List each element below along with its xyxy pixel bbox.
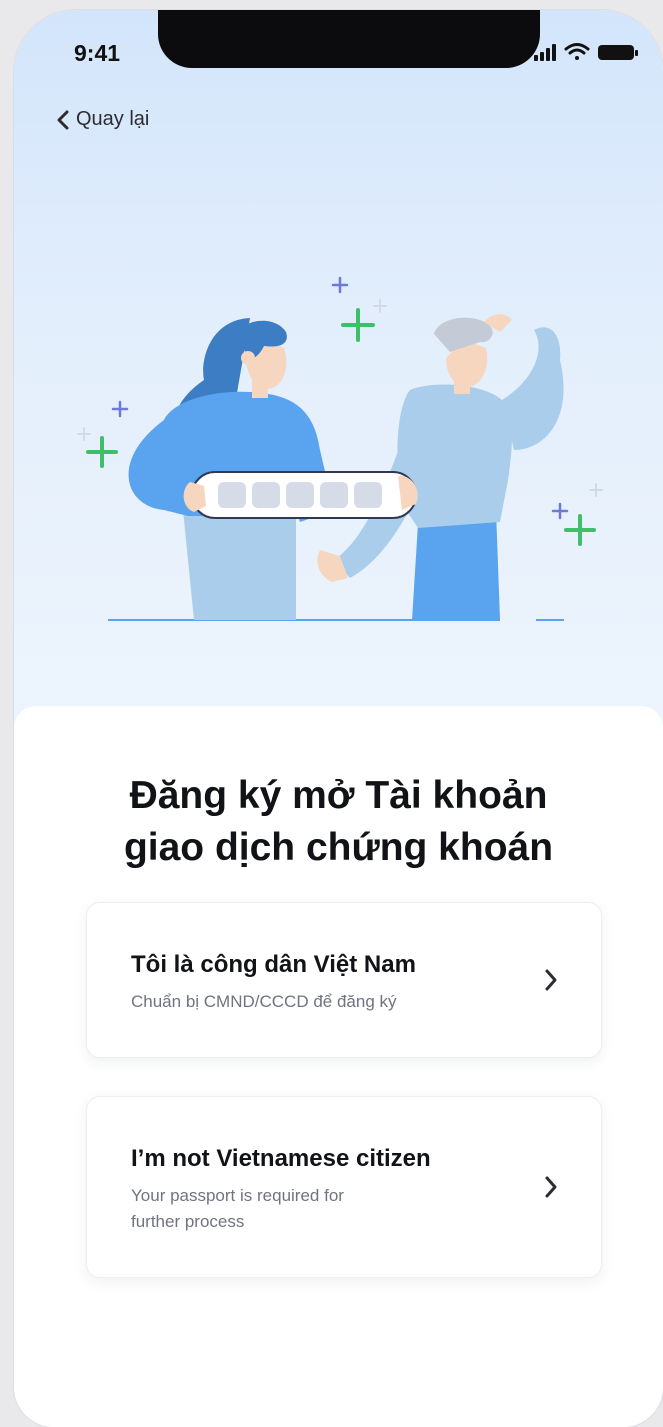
option-card-foreign-citizen[interactable]: I’m not Vietnamese citizen Your passport… bbox=[86, 1096, 602, 1278]
page-title-line-2: giao dịch chứng khoán bbox=[123, 826, 554, 869]
man-figure bbox=[317, 314, 564, 620]
woman-figure bbox=[128, 318, 334, 620]
chevron-left-icon bbox=[57, 110, 69, 129]
page-title: Đăng ký mở Tài khoản giao dịch chứng kho… bbox=[14, 770, 663, 874]
option-card-vietnamese-citizen[interactable]: Tôi là công dân Việt Nam Chuẩn bị CMND/C… bbox=[86, 902, 602, 1058]
chevron-right-icon bbox=[545, 969, 557, 991]
password-field-illustration bbox=[183, 471, 418, 519]
back-label: Quay lại bbox=[76, 108, 150, 130]
signal-icon bbox=[534, 44, 556, 61]
phone-screen: 9:41 Quay lại Đăng ký mở Tài khoản giao … bbox=[14, 10, 663, 1427]
device-notch bbox=[158, 10, 540, 68]
chevron-right-icon bbox=[545, 1176, 557, 1198]
back-button[interactable]: Quay lại bbox=[56, 108, 149, 131]
status-time: 9:41 bbox=[74, 40, 121, 66]
option-subtitle: Your passport is required for further pr… bbox=[131, 1183, 471, 1235]
wifi-icon bbox=[564, 43, 590, 60]
option-title: Tôi là công dân Việt Nam bbox=[131, 951, 416, 978]
option-subtitle-line-2: further process bbox=[131, 1212, 245, 1231]
onboarding-illustration bbox=[77, 276, 603, 621]
option-subtitle-line-1: Your passport is required for bbox=[131, 1186, 344, 1205]
page-title-line-1: Đăng ký mở Tài khoản bbox=[129, 774, 548, 817]
option-title: I’m not Vietnamese citizen bbox=[131, 1145, 431, 1172]
battery-icon bbox=[598, 45, 638, 60]
option-subtitle: Chuẩn bị CMND/CCCD để đăng ký bbox=[131, 992, 397, 1011]
status-icons bbox=[534, 43, 638, 61]
